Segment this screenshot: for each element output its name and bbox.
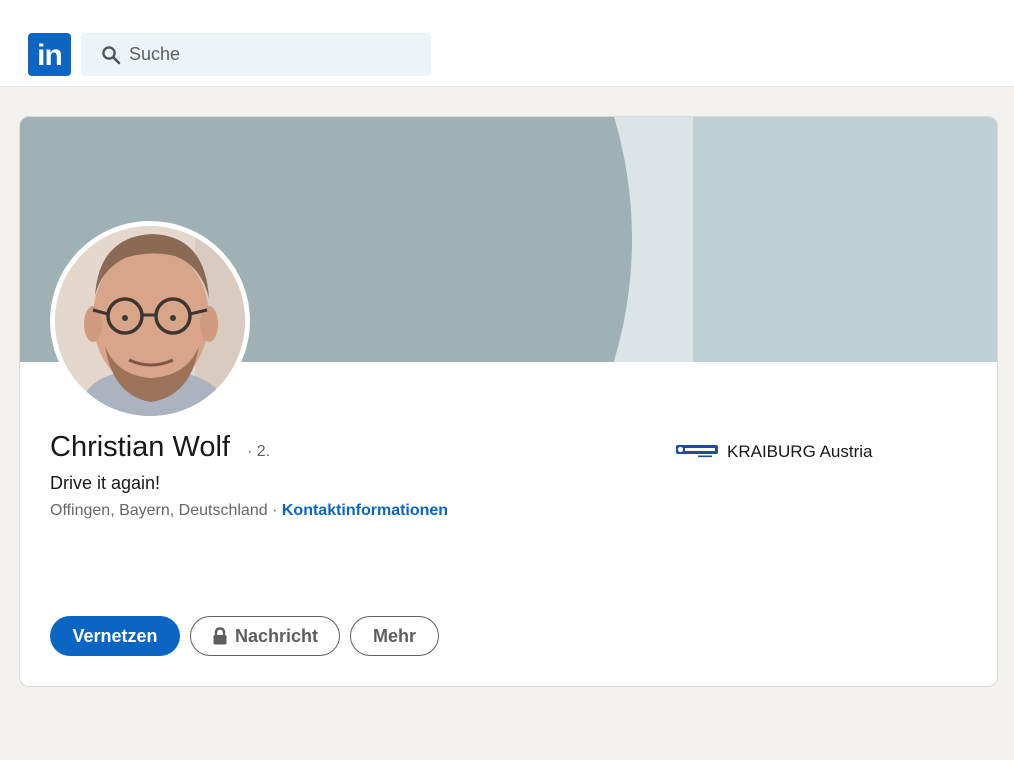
linkedin-logo[interactable]: in (28, 33, 71, 76)
contact-info-link[interactable]: Kontaktinformationen (282, 502, 448, 519)
kraiburg-logo (676, 445, 718, 458)
message-button-label: Nachricht (234, 625, 319, 646)
profile-name: Christian Wolf (50, 431, 230, 463)
search-icon (102, 46, 121, 65)
search-box[interactable] (81, 33, 431, 76)
connect-button[interactable]: Vernetzen (50, 616, 180, 656)
profile-card: Christian Wolf · 2. Drive it again! Offi… (19, 116, 998, 687)
search-input[interactable] (129, 33, 419, 76)
profile-headline: Drive it again! (50, 473, 161, 493)
profile-photo[interactable] (50, 221, 250, 421)
more-button[interactable]: Mehr (350, 616, 439, 656)
profile-photo-image (55, 226, 245, 416)
lock-icon (213, 627, 227, 645)
location-separator: · (272, 502, 278, 519)
location-line: Offingen, Bayern, Deutschland · Kontakti… (50, 502, 448, 520)
top-navigation-bar: in (0, 0, 1014, 87)
profile-location: Offingen, Bayern, Deutschland (50, 502, 268, 519)
connection-degree: · 2. (247, 443, 271, 460)
linkedin-logo-text: in (37, 39, 63, 72)
message-button[interactable]: Nachricht (190, 616, 340, 656)
company-name: KRAIBURG Austria (727, 442, 873, 461)
